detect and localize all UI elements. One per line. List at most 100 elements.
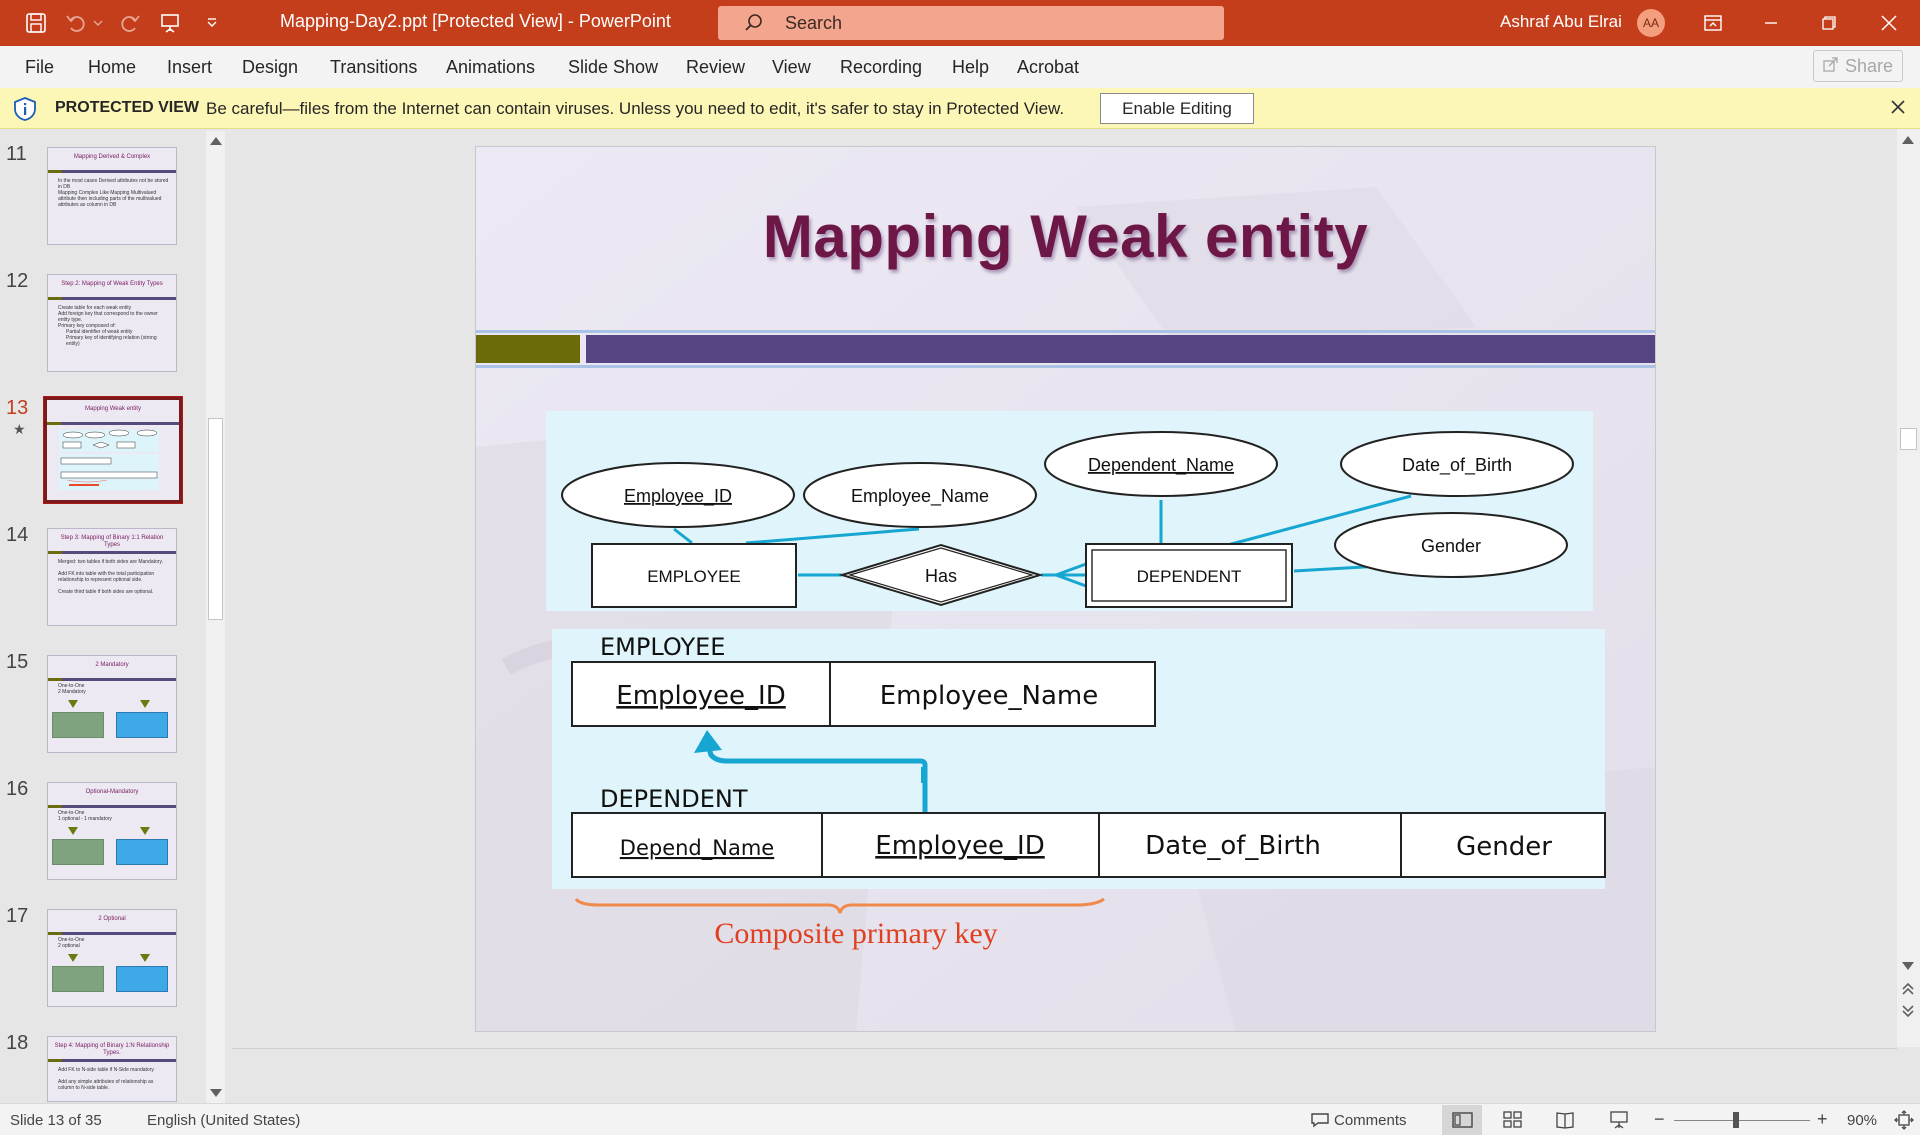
zoom-in-icon[interactable]: +: [1817, 1109, 1828, 1130]
undo-dropdown-icon[interactable]: [90, 9, 106, 37]
ribbon-tabs: File Home Insert Design Transitions Anim…: [0, 46, 1920, 88]
tab-slide-show[interactable]: Slide Show: [568, 57, 658, 78]
slide-sorter-icon[interactable]: [1503, 1110, 1523, 1135]
reading-view-icon[interactable]: [1555, 1110, 1575, 1135]
column-label: Date_of_Birth: [1145, 831, 1321, 861]
attribute-ellipse-dependent-name[interactable]: Dependent_Name: [1044, 431, 1278, 497]
animation-star-icon: ★: [13, 421, 26, 437]
attribute-ellipse-gender[interactable]: Gender: [1334, 512, 1568, 578]
next-slide-icon[interactable]: [1902, 1004, 1914, 1023]
normal-view-icon[interactable]: [1442, 1105, 1482, 1135]
thumbnail-line: Add foreign key that correspond to the o…: [58, 311, 158, 323]
redo-icon[interactable]: [116, 9, 144, 37]
share-button[interactable]: Share: [1813, 50, 1903, 82]
slide-scrollbar[interactable]: [1897, 129, 1920, 1047]
entity-employee[interactable]: EMPLOYEE: [591, 543, 797, 608]
tab-recording[interactable]: Recording: [840, 57, 922, 78]
table-name-employee: EMPLOYEE: [600, 633, 725, 661]
scroll-up-icon[interactable]: [210, 137, 222, 145]
tab-review[interactable]: Review: [686, 57, 745, 78]
attribute-ellipse-employee-id[interactable]: Employee_ID: [561, 462, 795, 528]
er-diagram[interactable]: Employee_ID Employee_Name Dependent_Name…: [476, 147, 1656, 1032]
comments-button[interactable]: Comments: [1334, 1112, 1407, 1129]
thumbnail-box: [116, 712, 168, 738]
thumbnail-body: In the most cases Derived attributes not…: [58, 178, 170, 208]
slide-thumbnail-pane: 11 Mapping Derived & Complex In the most…: [0, 129, 232, 1103]
tab-view[interactable]: View: [772, 57, 811, 78]
column-label: Gender: [1456, 832, 1552, 862]
divider: [232, 1048, 1897, 1049]
thumbnail-body: One-to-One 2 optional: [58, 937, 170, 949]
zoom-slider-thumb[interactable]: [1733, 1112, 1739, 1128]
language-indicator[interactable]: English (United States): [147, 1112, 300, 1129]
tab-design[interactable]: Design: [242, 57, 298, 78]
thumbnail-line: Add any simple attributes of relationshi…: [58, 1079, 154, 1091]
slide-thumbnail-11[interactable]: Mapping Derived & Complex In the most ca…: [47, 147, 177, 245]
previous-slide-icon[interactable]: [1902, 982, 1914, 1001]
thumbnail-scrollbar[interactable]: [206, 131, 225, 1103]
table-dependent[interactable]: Depend_Name Employee_ID Date_of_Birth Ge…: [571, 812, 1606, 878]
shield-icon: [12, 96, 38, 127]
thumbnail-arrow: [140, 700, 150, 708]
tab-transitions[interactable]: Transitions: [330, 57, 417, 78]
zoom-level[interactable]: 90%: [1847, 1112, 1877, 1129]
thumbnail-band: [48, 678, 176, 681]
composite-key-caption[interactable]: Composite primary key: [476, 917, 1236, 951]
thumbnail-line: In the most cases Derived attributes not…: [58, 178, 169, 190]
slide-counter: Slide 13 of 35: [10, 1112, 102, 1129]
entity-label: DEPENDENT: [1137, 567, 1242, 586]
tab-acrobat[interactable]: Acrobat: [1017, 57, 1079, 78]
entity-dependent[interactable]: DEPENDENT: [1085, 543, 1293, 608]
tab-animations[interactable]: Animations: [446, 57, 535, 78]
minimize-icon[interactable]: [1742, 0, 1800, 46]
slide-thumbnail-17[interactable]: 2 Optional One-to-One 2 optional: [47, 909, 177, 1007]
attribute-ellipse-employee-name[interactable]: Employee_Name: [803, 462, 1037, 528]
thumbnail-box: [52, 839, 104, 865]
thumbnail-arrow: [68, 954, 78, 962]
tab-file[interactable]: File: [25, 57, 54, 78]
start-from-beginning-icon[interactable]: [156, 9, 184, 37]
scrollbar-thumb[interactable]: [208, 418, 223, 620]
undo-icon[interactable]: [62, 9, 90, 37]
zoom-slider[interactable]: [1674, 1120, 1810, 1121]
close-window-icon[interactable]: [1860, 0, 1918, 46]
tab-home[interactable]: Home: [88, 57, 136, 78]
restore-icon[interactable]: [1800, 0, 1858, 46]
search-box[interactable]: Search: [718, 6, 1224, 40]
slide-thumbnail-15[interactable]: 2 Mandatory One-to-One 2 Mandatory: [47, 655, 177, 753]
composite-key-brace: [574, 897, 1105, 914]
attribute-ellipse-date-of-birth[interactable]: Date_of_Birth: [1340, 431, 1574, 497]
table-employee[interactable]: Employee_ID Employee_Name: [571, 661, 1156, 727]
tab-insert[interactable]: Insert: [167, 57, 212, 78]
close-icon[interactable]: [1888, 97, 1908, 122]
scroll-down-icon[interactable]: [210, 1089, 222, 1097]
thumbnail-title: Step 2: Mapping of Weak Entity Types: [61, 281, 163, 287]
slide-show-icon[interactable]: [1609, 1110, 1629, 1135]
user-name[interactable]: Ashraf Abu Elrai: [1500, 12, 1622, 32]
thumbnail-band: [48, 170, 176, 173]
thumbnail-number: 15: [6, 651, 29, 673]
slide-thumbnail-12[interactable]: Step 2: Mapping of Weak Entity Types Cre…: [47, 274, 177, 372]
comments-icon[interactable]: [1310, 1112, 1330, 1133]
title-bar: Mapping-Day2.ppt [Protected View] - Powe…: [0, 0, 1920, 46]
ribbon-display-options-icon[interactable]: [1684, 0, 1742, 46]
save-icon[interactable]: [22, 9, 50, 37]
slide-thumbnail-16[interactable]: Optional-Mandatory One-to-One 1 optional…: [47, 782, 177, 880]
thumbnail-title: 2 Optional: [98, 916, 126, 922]
scrollbar-thumb[interactable]: [1900, 428, 1917, 450]
tab-help[interactable]: Help: [952, 57, 989, 78]
enable-editing-button[interactable]: Enable Editing: [1100, 93, 1254, 124]
slide-thumbnail-18[interactable]: Step 4: Mapping of Binary 1:N Relationsh…: [47, 1036, 177, 1102]
attribute-label: Date_of_Birth: [1402, 455, 1512, 476]
customize-toolbar-icon[interactable]: [198, 9, 226, 37]
avatar[interactable]: AA: [1637, 9, 1665, 37]
scroll-up-icon[interactable]: [1902, 136, 1914, 144]
thumbnail-line: 2 optional: [58, 943, 80, 949]
zoom-out-icon[interactable]: −: [1654, 1109, 1665, 1130]
entity-label: EMPLOYEE: [647, 567, 741, 586]
fit-slide-icon[interactable]: [1894, 1110, 1914, 1135]
scroll-down-icon[interactable]: [1902, 962, 1914, 970]
slide-thumbnail-14[interactable]: Step 3: Mapping of Binary 1:1 Relation T…: [47, 528, 177, 626]
slide-thumbnail-13[interactable]: Mapping Weak entity: [43, 396, 183, 504]
slide-canvas[interactable]: Mapping Weak entity Employee_ID Employee…: [475, 146, 1656, 1032]
